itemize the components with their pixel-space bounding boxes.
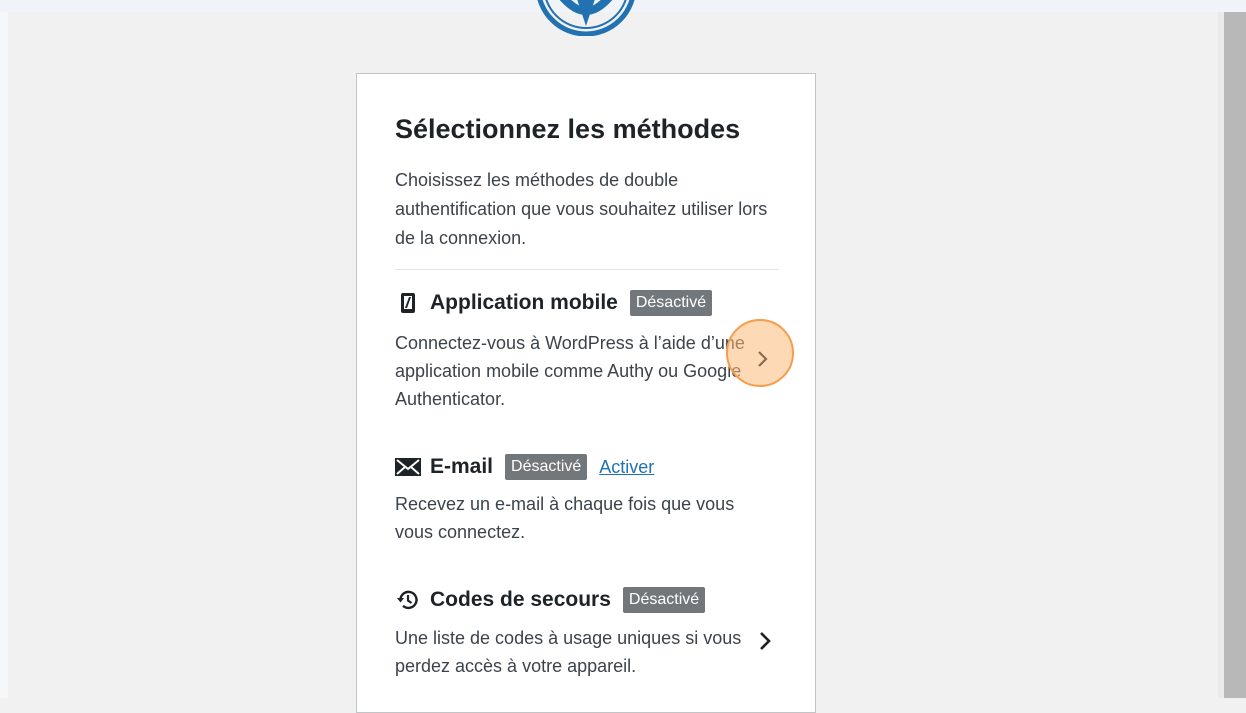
- method-mobile-app-title[interactable]: Application mobile Désactivé: [395, 290, 713, 316]
- divider: [395, 269, 779, 270]
- method-mobile-app-description: Connectez-vous à WordPress à l’aide d’un…: [395, 333, 745, 409]
- scrollbar[interactable]: [1224, 12, 1246, 698]
- method-backup-codes-title[interactable]: Codes de secours Désactivé: [395, 587, 706, 613]
- method-backup-codes-description: Une liste de codes à usage uniques si vo…: [395, 628, 742, 676]
- status-badge: Désactivé: [505, 454, 588, 480]
- two-factor-card: Sélectionnez les méthodes Choisissez les…: [356, 73, 816, 713]
- smartphone-icon: [395, 291, 421, 315]
- method-name: Application mobile: [430, 291, 618, 314]
- mobile-app-chevron-icon[interactable]: [756, 349, 770, 369]
- method-name: E-mail: [430, 455, 494, 478]
- intro-text: Choisissez les méthodes de double authen…: [395, 170, 768, 248]
- method-email-title: E-mail Désactivé Activer: [395, 454, 654, 480]
- history-icon: [395, 588, 421, 612]
- status-badge: Désactivé: [622, 587, 706, 613]
- method-email-description: Recevez un e-mail à chaque fois que vous…: [395, 494, 735, 542]
- status-badge: Désactivé: [629, 290, 713, 316]
- page-title: Sélectionnez les méthodes: [395, 114, 741, 144]
- backup-codes-chevron-icon[interactable]: [756, 629, 774, 653]
- method-name: Codes de secours: [430, 588, 611, 611]
- wordpress-logo-icon: [530, 0, 642, 36]
- activate-email-link[interactable]: Activer: [599, 457, 654, 478]
- envelope-icon: [395, 455, 421, 479]
- left-edge: [0, 12, 8, 698]
